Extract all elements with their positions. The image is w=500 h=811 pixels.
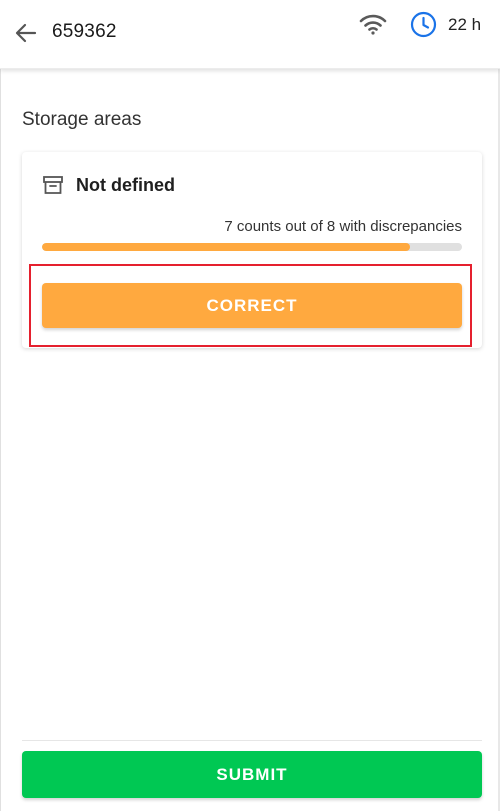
progress-bar — [42, 243, 462, 251]
arrow-left-icon — [15, 23, 37, 43]
card-header: Not defined — [42, 174, 175, 196]
archive-icon — [43, 176, 63, 194]
wifi-icon — [359, 14, 387, 35]
app-header: 659362 22 h — [0, 0, 500, 69]
submit-button[interactable]: SUBMIT — [22, 751, 482, 798]
clock-icon — [410, 11, 437, 38]
correct-button[interactable]: CORRECT — [42, 283, 462, 328]
footer-divider — [22, 740, 482, 741]
time-remaining-label: 22 h — [448, 15, 482, 34]
section-title: Storage areas — [22, 109, 142, 130]
left-border — [0, 0, 1, 811]
back-button[interactable] — [12, 20, 40, 46]
page-title: 659362 — [52, 21, 117, 42]
storage-area-title: Not defined — [76, 174, 175, 195]
discrepancy-summary: 7 counts out of 8 with discrepancies — [224, 218, 462, 235]
progress-bar-fill — [42, 243, 410, 251]
